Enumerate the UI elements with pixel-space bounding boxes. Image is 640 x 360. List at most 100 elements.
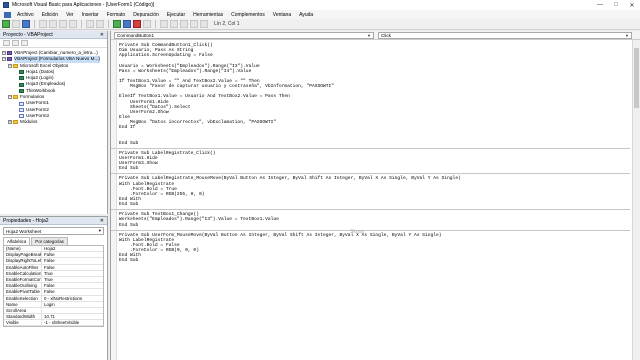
- run-icon[interactable]: [113, 20, 121, 28]
- code-editor[interactable]: Private Sub CommandButton1_Click() Dim Us…: [111, 40, 640, 360]
- property-value[interactable]: False: [42, 252, 103, 257]
- maximize-button[interactable]: □: [608, 0, 624, 10]
- code-line[interactable]: End Sub: [119, 166, 630, 171]
- code-line[interactable]: End Sub: [119, 258, 630, 263]
- property-name: DisplayRightToLeft: [6, 258, 42, 264]
- view-object-icon[interactable]: [12, 40, 19, 46]
- expand-toggle-icon[interactable]: −: [2, 57, 6, 62]
- project-explorer-title: Proyecto - VBAProject: [3, 31, 53, 38]
- project-explorer-header: Proyecto - VBAProject ✕: [0, 31, 107, 39]
- sheet-icon: [19, 70, 24, 75]
- expand-toggle-icon[interactable]: −: [8, 95, 12, 100]
- properties-tabs: Alfabética Por categorías: [3, 237, 104, 245]
- menu-item-10[interactable]: Ayuda: [295, 12, 317, 18]
- property-name: EnableCalculation: [6, 270, 42, 276]
- reset-icon[interactable]: [133, 20, 141, 28]
- menu-item-3[interactable]: Insertar: [78, 12, 103, 18]
- view-code-icon[interactable]: [3, 40, 10, 46]
- property-value[interactable]: False: [42, 289, 103, 294]
- menu-item-7[interactable]: Herramientas: [189, 12, 227, 18]
- property-value[interactable]: True: [42, 277, 103, 282]
- book-icon: [19, 88, 24, 93]
- properties-window-icon[interactable]: [170, 20, 178, 28]
- minimize-button[interactable]: —: [592, 0, 608, 10]
- expand-toggle-icon[interactable]: −: [2, 51, 6, 56]
- scroll-thumb[interactable]: [634, 48, 639, 108]
- property-name: EnableFormatConditionsC: [6, 276, 42, 283]
- breakpoint-margin[interactable]: [111, 40, 117, 360]
- menu-item-2[interactable]: Ver: [62, 12, 78, 18]
- project-explorer-close-icon[interactable]: ✕: [100, 32, 104, 38]
- cut-icon[interactable]: [39, 20, 47, 28]
- property-value[interactable]: Login: [42, 302, 103, 307]
- code-line[interactable]: End Sub: [119, 141, 630, 146]
- menu-item-8[interactable]: Complementos: [227, 12, 269, 18]
- help-icon[interactable]: [200, 20, 208, 28]
- menu-item-9[interactable]: Ventana: [269, 12, 295, 18]
- toolbar-separator: [108, 20, 109, 28]
- chevron-down-icon: ▼: [625, 33, 629, 38]
- form-icon: [19, 107, 24, 112]
- find-icon[interactable]: [69, 20, 77, 28]
- object-combo[interactable]: CommandButton1 ▼: [114, 32, 374, 39]
- property-value[interactable]: True: [42, 271, 103, 276]
- property-value[interactable]: -1 - xlSheetVisible: [42, 320, 103, 325]
- procedure-separator: [111, 229, 630, 231]
- menu-item-5[interactable]: Depuración: [129, 12, 163, 18]
- object-browser-icon[interactable]: [180, 20, 188, 28]
- menu-item-4[interactable]: Formato: [103, 12, 130, 18]
- tree-node[interactable]: + Módulos: [2, 119, 105, 125]
- toggle-folders-icon[interactable]: [21, 40, 28, 46]
- chevron-down-icon: ▼: [367, 33, 371, 38]
- expand-toggle-icon[interactable]: +: [8, 120, 12, 125]
- property-value[interactable]: [42, 308, 103, 313]
- undo-icon[interactable]: [86, 20, 94, 28]
- project-explorer-icon[interactable]: [160, 20, 168, 28]
- property-value[interactable]: False: [42, 283, 103, 288]
- code-line[interactable]: End Sub: [119, 202, 630, 207]
- properties-header: Propiedades - Hoja2 ✕: [0, 217, 107, 225]
- paste-icon[interactable]: [59, 20, 67, 28]
- view-excel-icon[interactable]: [2, 20, 10, 28]
- excel-icon[interactable]: [4, 11, 11, 18]
- property-name: StandardWidth: [4, 314, 42, 320]
- project-explorer: Proyecto - VBAProject ✕ − VBAProject (Cam…: [0, 31, 108, 214]
- property-value[interactable]: False: [42, 258, 103, 263]
- tab-alphabetic[interactable]: Alfabética: [3, 237, 31, 245]
- expand-toggle-icon[interactable]: −: [8, 63, 12, 68]
- property-name: Visible: [4, 320, 42, 326]
- save-icon[interactable]: [22, 20, 30, 28]
- procedure-separator: [111, 173, 630, 175]
- menu-item-1[interactable]: Edición: [38, 12, 62, 18]
- sheet-icon: [19, 82, 24, 87]
- design-mode-icon[interactable]: [143, 20, 151, 28]
- property-value[interactable]: 10.71: [42, 314, 103, 319]
- properties-close-icon[interactable]: ✕: [100, 218, 104, 224]
- property-value[interactable]: False: [42, 265, 103, 270]
- object-selector[interactable]: Hoja2 Worksheet ▾: [3, 227, 104, 235]
- procedure-combo-value: Click: [381, 33, 391, 38]
- code-text[interactable]: Private Sub CommandButton1_Click() Dim Us…: [111, 43, 630, 263]
- redo-icon[interactable]: [96, 20, 104, 28]
- property-value[interactable]: 0 - xlNoRestrictions: [42, 296, 103, 301]
- property-row[interactable]: Visible -1 - xlSheetVisible: [4, 320, 103, 327]
- procedure-combo[interactable]: Click ▼: [378, 32, 632, 39]
- vertical-scrollbar[interactable]: [632, 40, 640, 360]
- watermark-text: Skoop: [350, 229, 365, 235]
- break-icon[interactable]: [123, 20, 131, 28]
- copy-icon[interactable]: [49, 20, 57, 28]
- procedure-separator: [111, 209, 630, 211]
- toolbox-icon[interactable]: [190, 20, 198, 28]
- insert-userform-icon[interactable]: [12, 20, 20, 28]
- menu-item-6[interactable]: Ejecutar: [163, 12, 189, 18]
- project-explorer-toolbar: [0, 39, 107, 48]
- property-value[interactable]: Hoja2: [42, 246, 103, 251]
- tab-categories[interactable]: Por categorías: [31, 237, 68, 245]
- folder-icon: [13, 95, 18, 100]
- close-button[interactable]: ✕: [624, 0, 640, 10]
- code-line[interactable]: End Sub: [119, 223, 630, 228]
- form-icon: [19, 101, 24, 106]
- menu-item-0[interactable]: Archivo: [13, 12, 38, 18]
- window-title: Microsoft Visual Basic para Aplicaciones…: [12, 2, 155, 8]
- menu-bar: Archivo Edición Ver Insertar Formato Depuraci…: [0, 10, 640, 19]
